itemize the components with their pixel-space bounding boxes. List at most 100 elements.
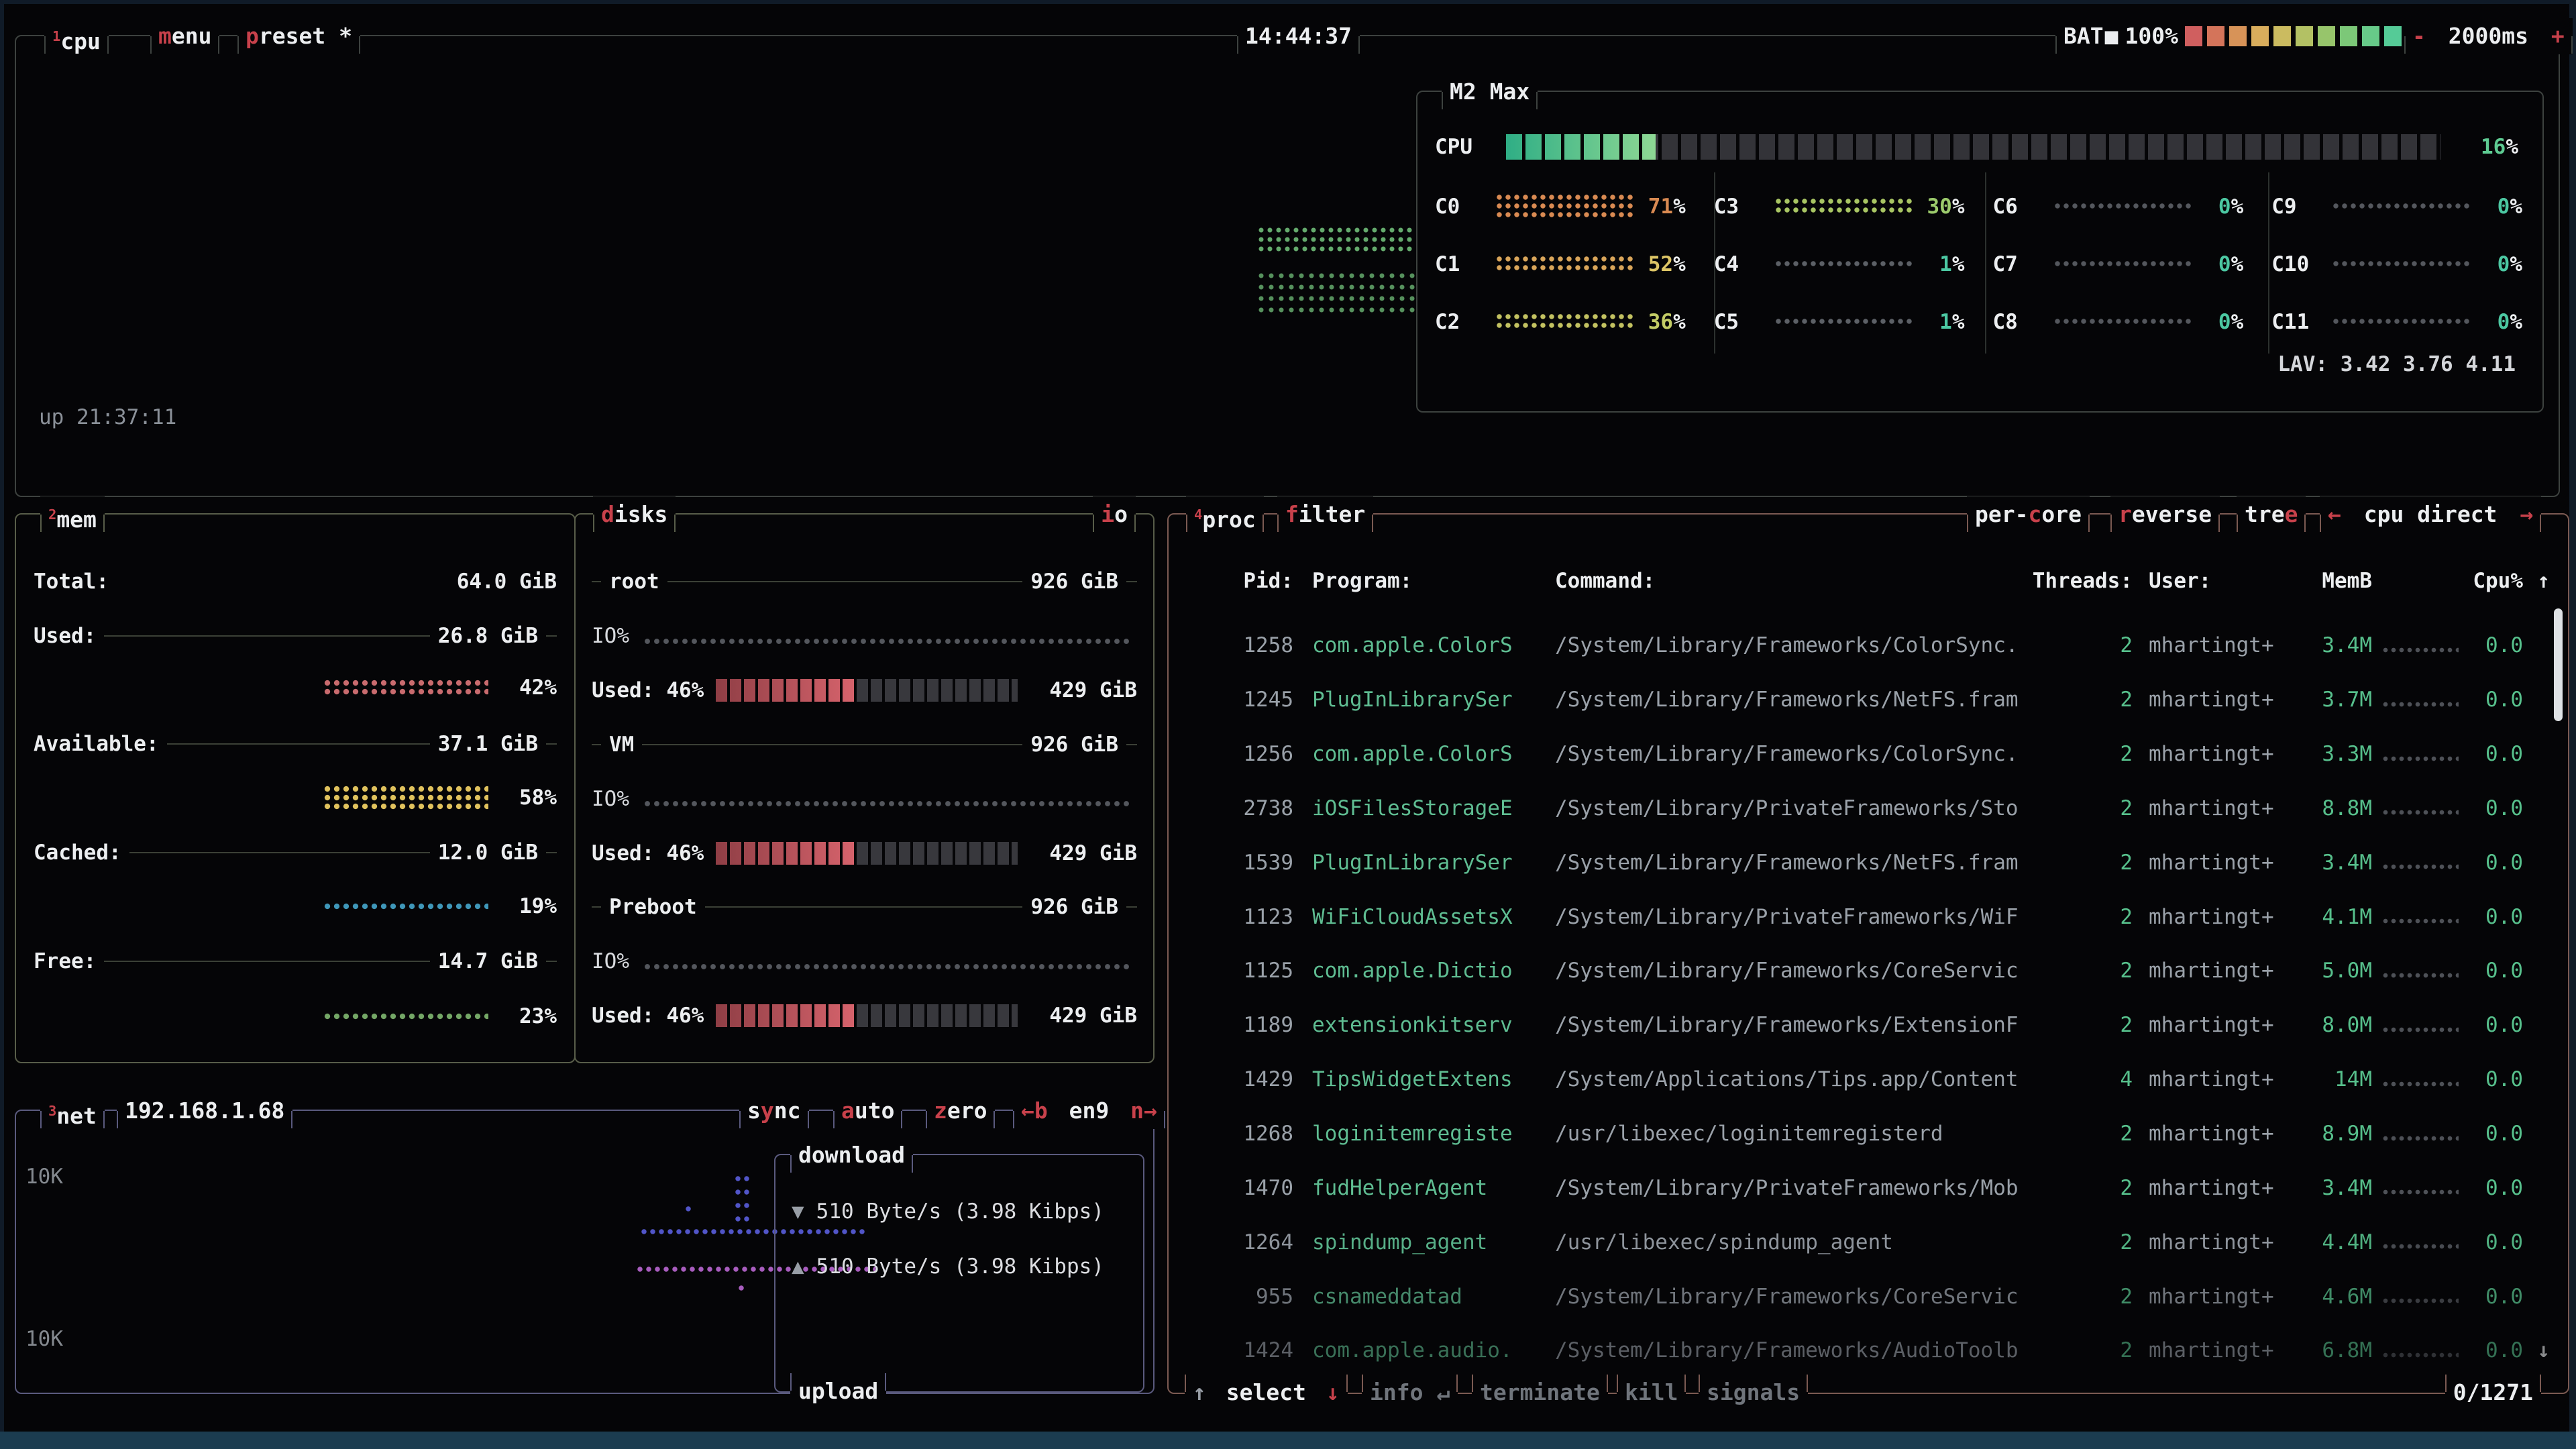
disk-io-label: IO% — [592, 624, 629, 648]
sort-column-switcher: ← cpu direct → — [2320, 496, 2541, 533]
signals-button[interactable]: signals — [1699, 1375, 1808, 1411]
process-row[interactable]: 1258 com.apple.ColorS /System/Library/Fr… — [1179, 619, 2548, 673]
download-graph-spike — [735, 1175, 753, 1228]
process-program: com.apple.Dictio — [1293, 959, 1555, 983]
core-label: C9 — [2271, 195, 2326, 219]
cpu-hotkey: 1 — [52, 28, 60, 44]
prev-interface-button[interactable]: ←b — [1021, 1097, 1048, 1124]
process-row[interactable]: 1264 spindump_agent /usr/libexec/spindum… — [1179, 1215, 2548, 1269]
process-row[interactable]: 1125 com.apple.Dictio /System/Library/Fr… — [1179, 944, 2548, 998]
terminate-button[interactable]: terminate — [1472, 1375, 1608, 1411]
tab-mem[interactable]: 2mem — [40, 496, 105, 533]
sync-button[interactable]: sync — [739, 1093, 809, 1129]
process-cpu-percent: 0.0 — [2463, 1122, 2523, 1146]
process-command: /System/Library/Frameworks/AudioToolb — [1555, 1338, 2021, 1362]
column-threads[interactable]: Threads: — [2021, 569, 2133, 593]
process-row[interactable]: 1189 extensionkitserv /System/Library/Fr… — [1179, 998, 2548, 1053]
battery-percent: 100% — [2125, 18, 2178, 54]
core-usage-graph — [1776, 198, 1914, 215]
column-pid[interactable]: Pid: — [1179, 569, 1293, 593]
core-usage-graph — [2333, 203, 2471, 211]
process-pid: 1264 — [1179, 1230, 1293, 1254]
cpu-model-box: M2 Max CPU 16% C0 71% C1 52% C2 — [1416, 91, 2544, 413]
network-box: 3net 192.168.1.68 sync auto zero ←b en9 … — [15, 1110, 1155, 1394]
disk-io-graph — [644, 800, 1133, 807]
process-row[interactable]: 1256 com.apple.ColorS /System/Library/Fr… — [1179, 727, 2548, 782]
process-cpu-graph — [2383, 1244, 2459, 1250]
tab-net[interactable]: 3net — [40, 1093, 105, 1129]
disk-used-bar — [716, 1004, 1018, 1027]
process-cpu-percent: 0.0 — [2463, 1285, 2523, 1309]
column-memb[interactable]: MemB — [2308, 569, 2372, 593]
select-down-icon: ↓ — [1326, 1379, 1340, 1405]
core-percent: 30% — [1921, 195, 1965, 219]
process-threads: 2 — [2021, 1013, 2133, 1037]
process-row[interactable]: 955 csnameddatad /System/Library/Framewo… — [1179, 1269, 2548, 1324]
tab-disks[interactable]: disks — [593, 496, 676, 533]
core-label: C6 — [1993, 195, 2048, 219]
process-pid: 1245 — [1179, 688, 1293, 712]
reverse-button[interactable]: reverse — [2110, 496, 2220, 533]
zero-button[interactable]: zero — [926, 1093, 995, 1129]
process-pid: 955 — [1179, 1285, 1293, 1309]
tab-proc[interactable]: 4proc — [1186, 496, 1264, 533]
process-threads: 2 — [2021, 1338, 2133, 1362]
mem-free-meter — [324, 1012, 488, 1021]
core-row: C2 36% — [1430, 293, 1691, 351]
per-core-button[interactable]: per-core — [1967, 496, 2090, 533]
process-pid: 1424 — [1179, 1338, 1293, 1362]
process-row[interactable]: 1470 fudHelperAgent /System/Library/Priv… — [1179, 1161, 2548, 1215]
column-program[interactable]: Program: — [1293, 569, 1555, 593]
process-scrollbar[interactable] — [2554, 608, 2563, 721]
mem-free-percent: 23% — [500, 1004, 557, 1028]
core-row: C11 0% — [2266, 293, 2528, 351]
auto-button[interactable]: auto — [833, 1093, 902, 1129]
kill-button[interactable]: kill — [1617, 1375, 1686, 1411]
sort-next-button[interactable]: → — [2520, 501, 2533, 527]
mem-total-value: 64.0 GiB — [457, 570, 557, 594]
interval-decrease-button[interactable]: - — [2412, 23, 2426, 49]
sort-prev-button[interactable]: ← — [2328, 501, 2341, 527]
cpu-history-graph — [1258, 227, 1413, 254]
column-cpu[interactable]: Cpu% — [2463, 569, 2523, 593]
info-button[interactable]: info ↵ — [1362, 1375, 1458, 1411]
next-interface-button[interactable]: n→ — [1130, 1097, 1157, 1124]
process-row[interactable]: 2738 iOSFilesStorageE /System/Library/Pr… — [1179, 782, 2548, 836]
interval-increase-button[interactable]: + — [2551, 23, 2565, 49]
process-row[interactable]: 1429 TipsWidgetExtens /System/Applicatio… — [1179, 1053, 2548, 1107]
core-row: C6 0% — [1988, 178, 2249, 235]
column-user[interactable]: User: — [2133, 569, 2308, 593]
io-mode-button[interactable]: io — [1093, 496, 1136, 533]
interface-switcher: ←b en9 n→ — [1013, 1093, 1165, 1129]
process-user: mhartingt+ — [2133, 633, 2308, 657]
process-cpu-percent: 0.0 — [2463, 851, 2523, 875]
battery-block — [2318, 26, 2335, 46]
process-cpu-graph — [2383, 647, 2459, 653]
battery-block — [2296, 26, 2313, 46]
tab-cpu[interactable]: 1cpu — [44, 18, 109, 54]
upload-scale-label: 10K — [25, 1327, 63, 1351]
column-command[interactable]: Command: — [1555, 569, 2021, 593]
process-threads: 2 — [2021, 851, 2133, 875]
preset-button[interactable]: preset * — [237, 18, 360, 54]
select-up-icon: ↑ — [1193, 1379, 1206, 1405]
process-row[interactable]: 1123 WiFiCloudAssetsX /System/Library/Pr… — [1179, 890, 2548, 944]
select-control[interactable]: ↑ select ↓ — [1185, 1375, 1348, 1411]
tree-button[interactable]: tree — [2237, 496, 2306, 533]
process-row[interactable]: 1245 PlugInLibrarySer /System/Library/Fr… — [1179, 673, 2548, 727]
filter-button[interactable]: filter — [1277, 496, 1373, 533]
process-row[interactable]: 1539 PlugInLibrarySer /System/Library/Fr… — [1179, 835, 2548, 890]
process-row[interactable]: 1268 loginitemregiste /usr/libexec/login… — [1179, 1107, 2548, 1161]
disk-used-label: Used: — [592, 1004, 654, 1028]
process-row[interactable]: 1424 com.apple.audio. /System/Library/Fr… — [1179, 1324, 2548, 1378]
menu-button[interactable]: menu — [150, 18, 219, 54]
process-user: mhartingt+ — [2133, 796, 2308, 820]
mem-total-row: Total: 64.0 GiB — [16, 564, 574, 599]
process-command: /usr/libexec/spindump_agent — [1555, 1230, 2021, 1254]
upload-speed-row: ▲ 510 Byte/s (3.98 Kibps) — [792, 1254, 1104, 1279]
core-label: C3 — [1714, 195, 1769, 219]
cpu-total-row: CPU 16% — [1435, 129, 2518, 164]
disk-used-row: Used: 46% 429 GiB — [576, 998, 1153, 1033]
download-scale-label: 10K — [25, 1165, 63, 1189]
mem-used-row: Used: 26.8 GiB — [16, 619, 574, 653]
